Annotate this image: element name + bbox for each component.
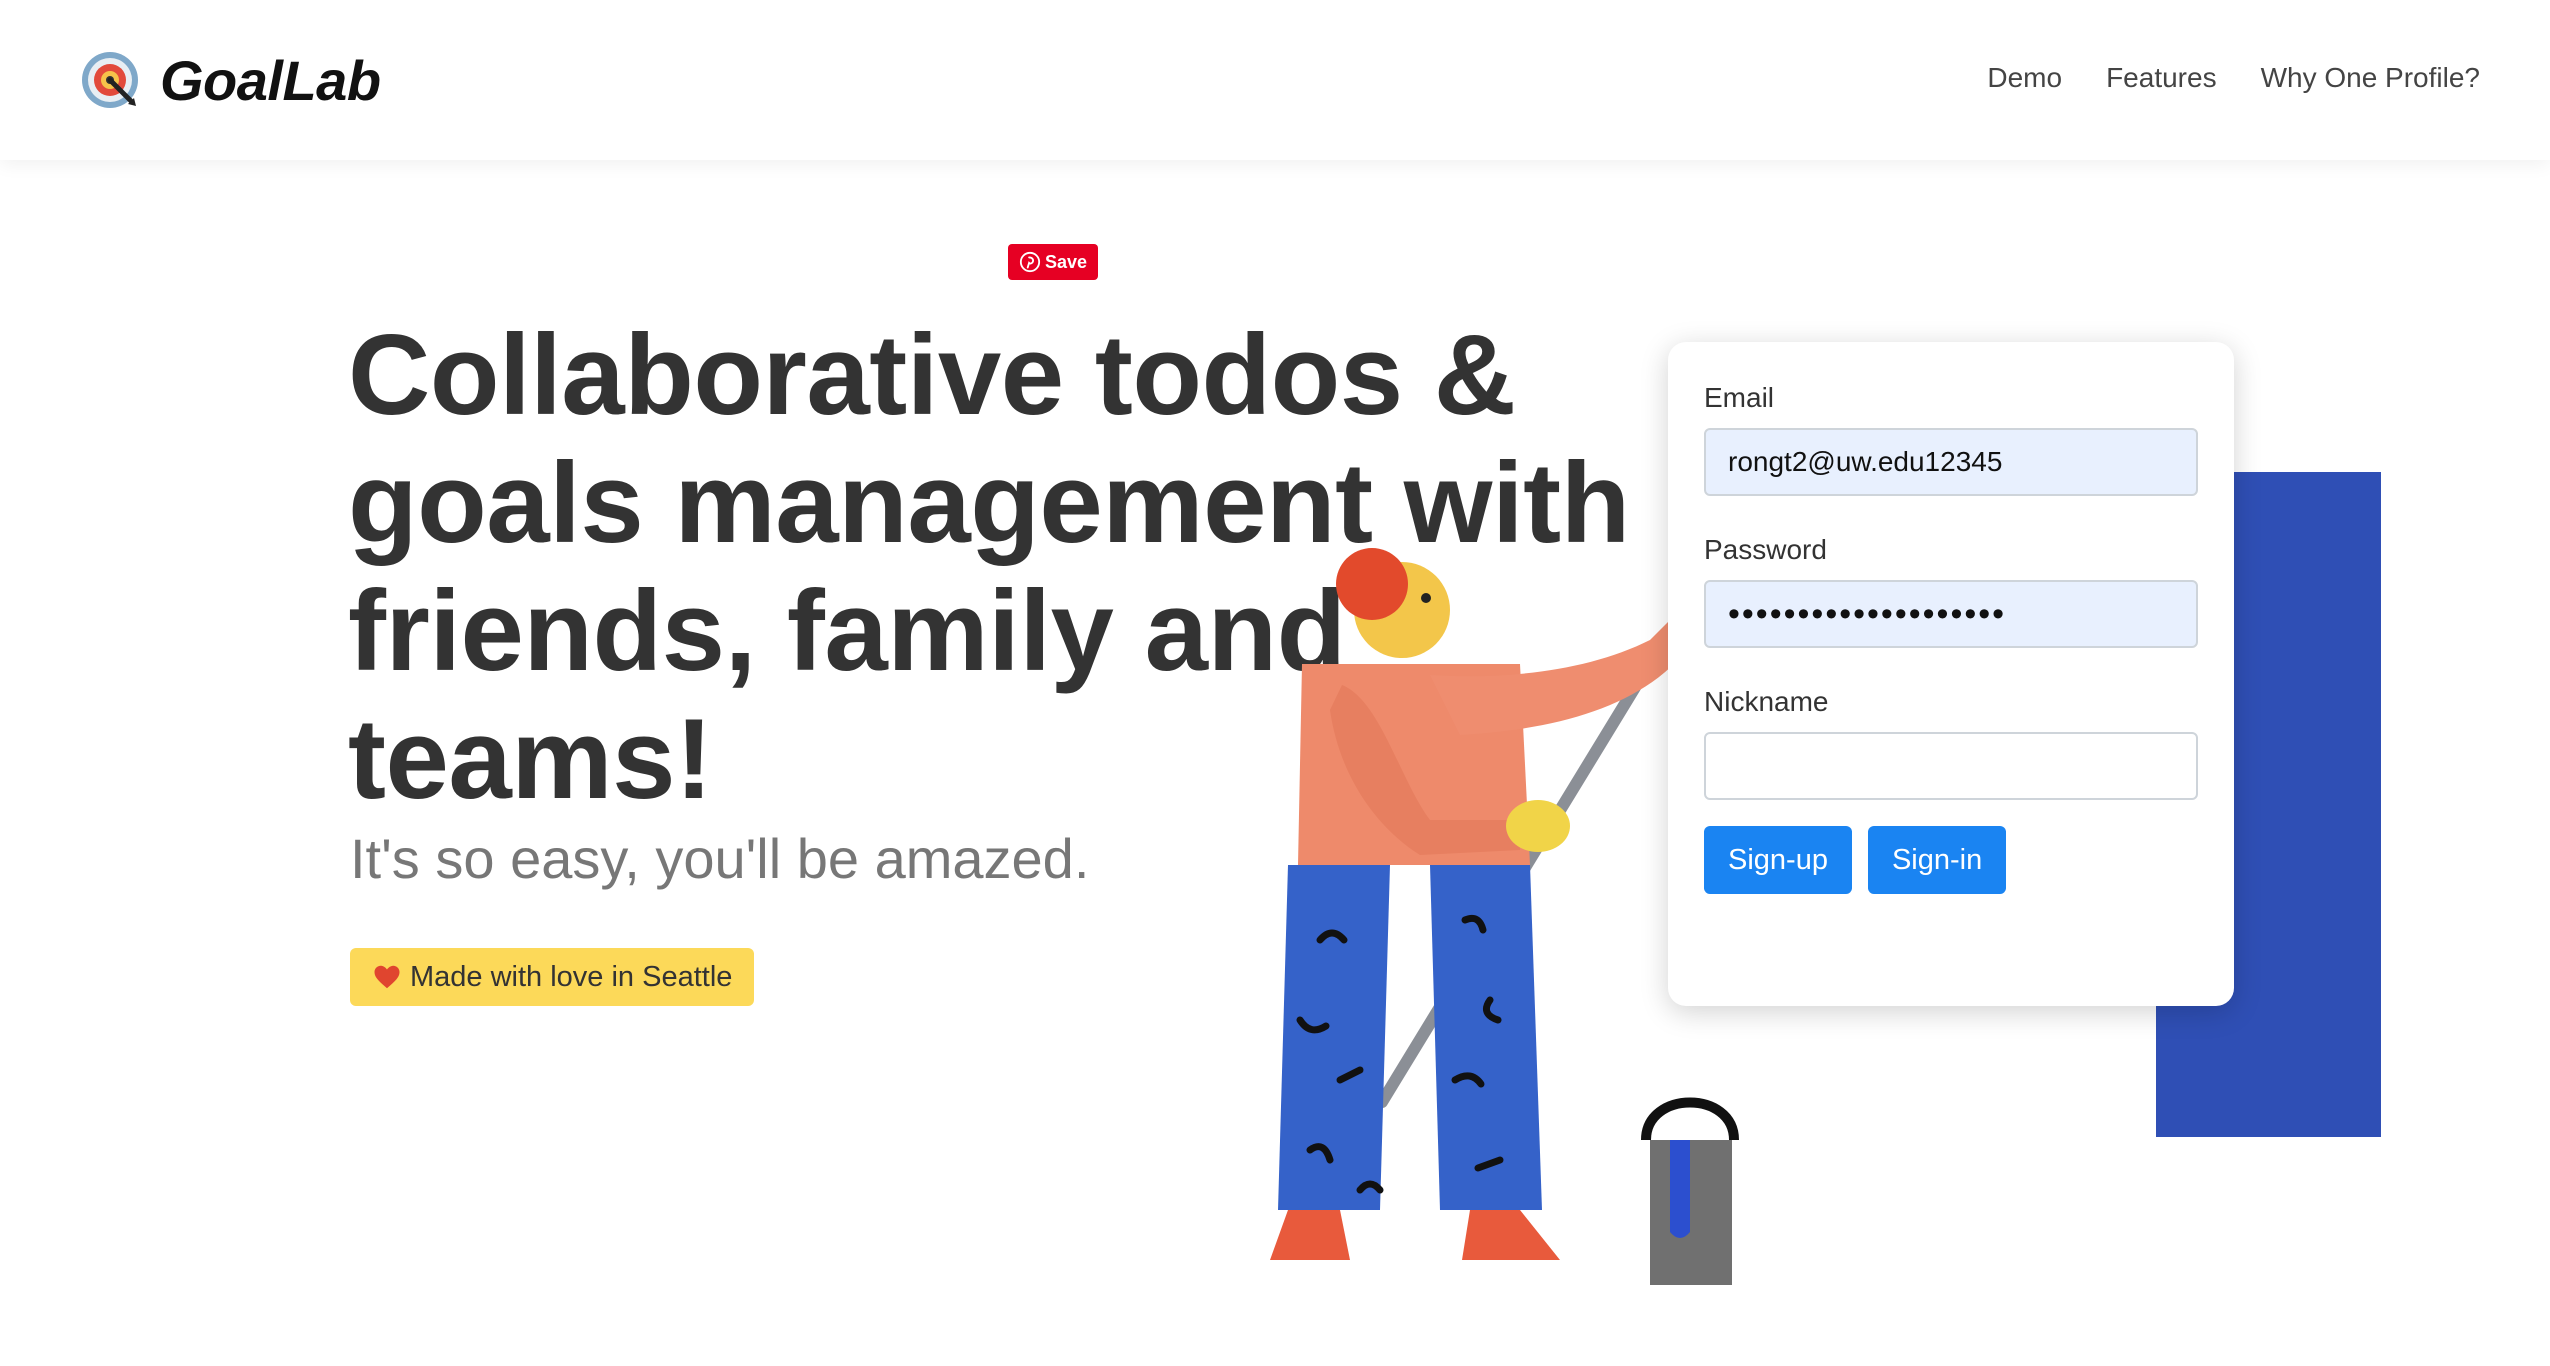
- hand: [1506, 800, 1570, 852]
- nav-demo[interactable]: Demo: [1987, 56, 2062, 100]
- made-with-love-badge: Made with love in Seattle: [350, 948, 755, 1006]
- bucket-body: [1650, 1140, 1732, 1285]
- nickname-label: Nickname: [1704, 686, 1829, 717]
- signup-form-card: Email Password Nickname Sign-up Sign-in: [1668, 342, 2234, 1006]
- pinterest-save-label: Save: [1044, 251, 1088, 272]
- nickname-field[interactable]: [1704, 732, 2198, 800]
- nav-why-one-profile[interactable]: Why One Profile?: [2261, 56, 2480, 100]
- bucket-handle: [1641, 1097, 1739, 1141]
- form-actions: Sign-up Sign-in: [1704, 826, 2198, 894]
- paint-drip: [1670, 1140, 1690, 1238]
- shoe-left: [1270, 1210, 1350, 1260]
- target-logo-icon: [82, 52, 138, 108]
- main-nav: Demo Features Why One Profile?: [1987, 56, 2480, 100]
- pants-left: [1278, 865, 1390, 1210]
- shoe-right: [1462, 1210, 1560, 1260]
- password-field[interactable]: [1704, 580, 2198, 648]
- hero-subtitle: It's so easy, you'll be amazed.: [350, 827, 1090, 890]
- raised-arm: [1430, 620, 1678, 735]
- pants-right: [1430, 865, 1542, 1210]
- heart-icon: [374, 965, 400, 989]
- sign-in-button[interactable]: Sign-in: [1867, 826, 2007, 894]
- email-label: Email: [1704, 382, 1775, 413]
- top-navbar: GoalLab Demo Features Why One Profile?: [0, 0, 2550, 160]
- brand-link[interactable]: GoalLab: [78, 44, 381, 116]
- pinterest-icon: [1019, 251, 1041, 273]
- brand-name: GoalLab: [160, 48, 381, 112]
- eye: [1421, 593, 1431, 603]
- hair: [1336, 548, 1408, 620]
- pinterest-save-button[interactable]: Save: [1008, 244, 1098, 280]
- nav-features[interactable]: Features: [2106, 56, 2217, 100]
- email-field[interactable]: [1704, 428, 2198, 496]
- password-label: Password: [1704, 534, 1827, 565]
- badge-text: Made with love in Seattle: [410, 960, 733, 993]
- sign-up-button[interactable]: Sign-up: [1704, 826, 1852, 894]
